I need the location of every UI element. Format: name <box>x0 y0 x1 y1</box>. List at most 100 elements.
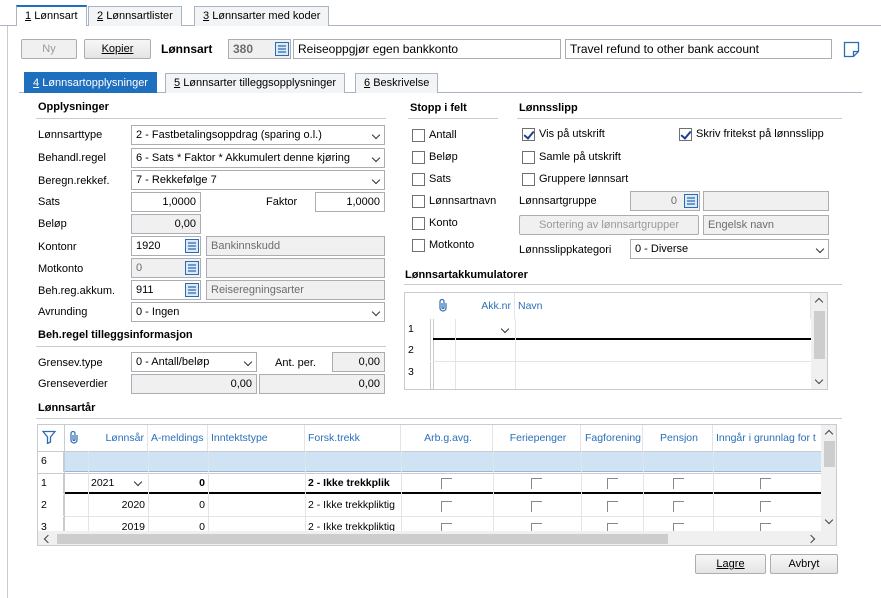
pensjon-checkbox[interactable] <box>673 478 684 489</box>
grensev-type-label: Grensev.type <box>38 357 103 369</box>
akk-row-number: 3 <box>405 362 431 383</box>
tab-num: 4 <box>33 77 40 89</box>
tab-label: Lønnsarter med koder <box>212 10 321 22</box>
grensev-type-select[interactable]: 0 - Antall/beløp <box>131 352 257 372</box>
filter-icon[interactable] <box>41 430 57 447</box>
lookup-icon[interactable] <box>275 42 289 56</box>
cancel-button[interactable]: Avbryt <box>770 554 838 574</box>
copy-button[interactable]: Kopier <box>84 39 151 59</box>
fagforening-checkbox[interactable] <box>607 478 618 489</box>
gruppere-lonnsart-checkbox[interactable] <box>522 173 535 186</box>
tab-label: Lønnsartopplysninger <box>42 77 148 89</box>
tab-lonnsart[interactable]: 1 Lønnsart <box>16 5 87 26</box>
fritekst-checkbox[interactable] <box>679 128 692 141</box>
col-feriepenger[interactable]: Feriepenger <box>493 425 581 451</box>
row-number: 1 <box>38 473 64 494</box>
behreg-akkum-name-field: Reiseregningsarter <box>206 280 385 300</box>
col-navn[interactable]: Navn <box>515 293 811 319</box>
col-inngar-grunnlag[interactable]: Inngår i grunnlag for t <box>713 425 821 451</box>
lonnsslippkategori-select[interactable]: 0 - Diverse <box>630 239 829 259</box>
name-en-field[interactable]: Travel refund to other bank account <box>565 39 832 59</box>
col-fagforening[interactable]: Fagforening <box>581 425 643 451</box>
inngar-grunnlag-checkbox[interactable] <box>760 501 771 512</box>
grenseverdi-1-field: 0,00 <box>131 374 257 394</box>
behandlingsregel-select[interactable]: 6 - Sats * Faktor * Akkumulert denne kjø… <box>131 148 385 168</box>
lookup-icon[interactable] <box>684 194 698 208</box>
new-row[interactable] <box>65 452 821 472</box>
stopp-motkonto-checkbox[interactable] <box>412 239 425 252</box>
fritekst-label: Skriv fritekst på lønnsslipp <box>696 128 824 140</box>
pensjon-checkbox[interactable] <box>673 501 684 512</box>
fagforening-checkbox[interactable] <box>607 501 618 512</box>
vis-pa-utskrift-checkbox[interactable] <box>522 128 535 141</box>
tab-label: Lønnsartlister <box>106 10 173 22</box>
new-button[interactable]: Ny <box>21 39 77 59</box>
col-pensjon[interactable]: Pensjon <box>643 425 713 451</box>
lonnsarttype-label: Lønnsarttype <box>38 129 103 141</box>
chevron-up-icon[interactable] <box>824 429 834 439</box>
akkumulatorer-grid[interactable]: Akk.nr Navn 1 2 3 4 <box>404 292 828 390</box>
lonnsartar-vscrollbar[interactable] <box>821 425 836 531</box>
avrunding-select[interactable]: 0 - Ingen <box>131 302 385 322</box>
feriepenger-checkbox[interactable] <box>531 478 542 489</box>
lonnsartgruppe-label: Lønnsartgruppe <box>519 195 597 207</box>
cell-a-meldings[interactable]: 0 <box>148 473 208 494</box>
tab-beskrivelse[interactable]: 6 Beskrivelse <box>355 73 439 93</box>
col-lonnsar[interactable]: Lønnsår <box>88 425 148 451</box>
stopp-motkonto-label: Motkonto <box>429 239 475 251</box>
sortering-button[interactable]: Sortering av lønnsartgrupper <box>519 215 699 235</box>
lonnsarttype-select[interactable]: 2 - Fastbetalingsoppdrag (sparing o.l.) <box>131 125 385 145</box>
belop-field: 0,00 <box>131 214 201 234</box>
sats-label: Sats <box>38 196 61 208</box>
engelsk-navn-field[interactable]: Engelsk navn <box>703 215 829 235</box>
stopp-konto-checkbox[interactable] <box>412 217 425 230</box>
chevron-down-icon[interactable] <box>814 375 824 385</box>
col-a-meldings[interactable]: A-meldings <box>148 425 208 451</box>
lookup-icon[interactable] <box>185 283 199 297</box>
cell-forsk-trekk[interactable]: 2 - Ikke trekkplik <box>305 473 401 494</box>
tab-num: 6 <box>364 77 371 89</box>
sats-field[interactable]: 1,0000 <box>131 192 201 212</box>
tillegg-heading: Beh.regel tilleggsinformasjon <box>38 329 193 341</box>
tab-label: Lønnsarter tilleggsopplysninger <box>183 77 337 89</box>
akkumulatorer-heading: Lønnsartakkumulatorer <box>405 269 528 281</box>
lonnsart-label: Lønnsart <box>161 42 213 56</box>
tab-lonnsarter-med-koder[interactable]: 3 Lønnsarter med koder <box>194 6 330 26</box>
inngar-grunnlag-checkbox[interactable] <box>760 478 771 489</box>
arb-g-avg-checkbox[interactable] <box>441 478 452 489</box>
cell-lonnsar[interactable]: 2020 <box>88 495 148 516</box>
samle-pa-utskrift-checkbox[interactable] <box>522 151 535 164</box>
tab-label: Beskrivelse <box>373 77 430 89</box>
lookup-icon[interactable] <box>185 261 199 275</box>
chevron-left-icon[interactable] <box>43 534 53 544</box>
feriepenger-checkbox[interactable] <box>531 501 542 512</box>
chevron-down-icon[interactable] <box>824 515 834 525</box>
arb-g-avg-checkbox[interactable] <box>441 501 452 512</box>
lookup-icon[interactable] <box>185 239 199 253</box>
tab-tilleggsopplysninger[interactable]: 5 Lønnsarter tilleggsopplysninger <box>165 73 346 93</box>
note-icon[interactable] <box>843 41 860 61</box>
chevron-right-icon[interactable] <box>806 534 816 544</box>
col-forsk-trekk[interactable]: Forsk.trekk <box>305 425 401 451</box>
save-button[interactable]: Lagre <box>695 554 766 574</box>
stopp-heading: Stopp i felt <box>410 102 467 114</box>
beregningsrekkefolge-select[interactable]: 7 - Rekkefølge 7 <box>131 170 385 190</box>
chevron-up-icon[interactable] <box>814 297 824 307</box>
stopp-sats-checkbox[interactable] <box>412 173 425 186</box>
faktor-field[interactable]: 1,0000 <box>315 192 385 212</box>
cell-a-meldings[interactable]: 0 <box>148 495 208 516</box>
stopp-belop-checkbox[interactable] <box>412 151 425 164</box>
stopp-lonnsartnavn-checkbox[interactable] <box>412 195 425 208</box>
cell-forsk-trekk[interactable]: 2 - Ikke trekkpliktig <box>305 495 401 516</box>
lonnsartar-hscrollbar[interactable] <box>38 531 821 545</box>
stopp-antall-checkbox[interactable] <box>412 129 425 142</box>
akk-scrollbar[interactable] <box>811 293 827 389</box>
col-inntektstype[interactable]: Inntektstype <box>208 425 305 451</box>
tab-lonnsartopplysninger[interactable]: 4 Lønnsartopplysninger <box>24 72 157 93</box>
vis-pa-utskrift-label: Vis på utskrift <box>539 128 605 140</box>
tab-lonnsartlister[interactable]: 2 Lønnsartlister <box>88 6 182 26</box>
col-arb-g-avg[interactable]: Arb.g.avg. <box>401 425 493 451</box>
col-akknr[interactable]: Akk.nr <box>455 293 515 319</box>
name-no-field[interactable]: Reiseoppgjør egen bankkonto <box>293 39 561 59</box>
lonnsartar-grid[interactable]: Lønnsår A-meldings Inntektstype Forsk.tr… <box>37 424 837 546</box>
